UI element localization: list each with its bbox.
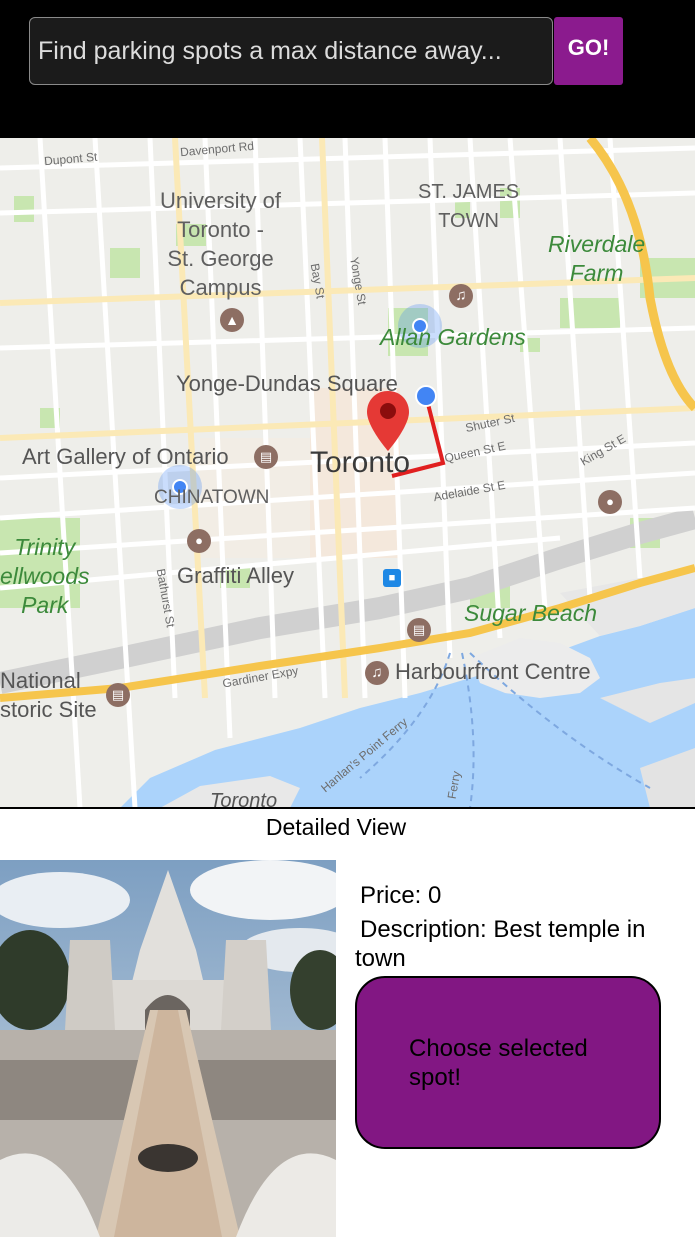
bus-icon[interactable]: ■ — [383, 569, 401, 587]
user-location-dot[interactable] — [414, 384, 438, 408]
choose-spot-button[interactable]: Choose selected spot! — [355, 976, 661, 1149]
map-label-toronto-island: Toronto — [210, 790, 278, 808]
map-label-harbourfront: Harbourfront Centre — [395, 659, 591, 684]
map-label-national: National storic Site — [0, 668, 97, 722]
map-label-riverdale: Riverdale Farm — [548, 231, 646, 286]
map-label-allan: Allan Gardens — [380, 324, 526, 350]
top-bar: GO! — [0, 0, 695, 138]
search-input[interactable] — [29, 17, 553, 85]
university-icon[interactable]: ▲ — [220, 308, 244, 332]
map-label-st-james: ST. JAMES TOWN — [418, 181, 520, 232]
map-label-yonge-dundas: Yonge-Dundas Square — [176, 371, 398, 396]
temple-photo — [0, 860, 336, 1237]
map-label-uoft: University of Toronto - St. George Campu… — [160, 188, 282, 300]
map-label-toronto: Toronto — [310, 446, 411, 479]
map-label-ago: Art Gallery of Ontario — [22, 444, 229, 469]
camera-icon[interactable]: ● — [598, 490, 622, 514]
camera-icon[interactable]: ● — [187, 529, 211, 553]
map-view[interactable]: ▲ ♫ ▤ ● ● ■ ▤ ♫ ▤ Dupont St Davenport Rd… — [0, 138, 695, 808]
map-label-graffiti: Graffiti Alley — [177, 563, 294, 588]
museum-icon[interactable]: ▤ — [106, 683, 130, 707]
description-label: Description: Best temple in town — [355, 916, 646, 972]
price-label: Price: 0 — [360, 882, 442, 909]
map-label-sugar: Sugar Beach — [464, 600, 597, 626]
museum-icon[interactable]: ▤ — [407, 618, 431, 642]
music-note-icon[interactable]: ♫ — [449, 284, 473, 308]
map-label-chinatown: CHINATOWN — [154, 487, 270, 508]
section-divider — [0, 807, 695, 809]
detail-title: Detailed View — [265, 814, 407, 840]
go-button[interactable]: GO! — [554, 17, 623, 85]
map-label-trinity: Trinity ellwoods Park — [0, 534, 90, 618]
music-note-icon[interactable]: ♫ — [365, 661, 389, 685]
museum-icon[interactable]: ▤ — [254, 445, 278, 469]
